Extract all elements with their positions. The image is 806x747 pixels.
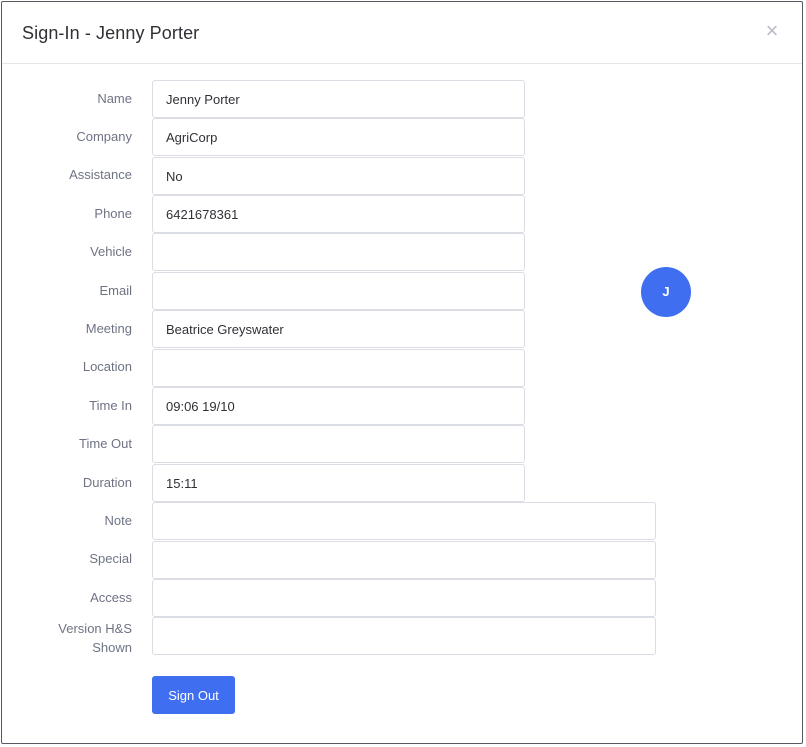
location-field[interactable] xyxy=(152,349,525,387)
access-label: Access xyxy=(90,590,132,605)
special-label: Special xyxy=(89,551,132,566)
assistance-field[interactable] xyxy=(152,157,525,195)
time-out-label: Time Out xyxy=(79,436,132,451)
modal-title: Sign-In - Jenny Porter xyxy=(22,23,200,43)
note-field[interactable] xyxy=(152,502,656,540)
note-label: Note xyxy=(104,513,132,528)
time-in-label: Time In xyxy=(89,398,132,413)
email-field[interactable] xyxy=(152,272,525,310)
company-label: Company xyxy=(76,129,132,144)
duration-field[interactable] xyxy=(152,464,525,502)
version-hs-label-line1: Version H&S xyxy=(58,621,132,636)
version-hs-label-line2: Shown xyxy=(92,640,132,655)
meeting-field[interactable] xyxy=(152,310,525,348)
vehicle-label: Vehicle xyxy=(90,244,132,259)
version-hs-label: Version H&S Shown xyxy=(2,619,132,657)
time-in-field[interactable] xyxy=(152,387,525,425)
company-field[interactable] xyxy=(152,118,525,156)
sign-in-modal: Sign-In - Jenny Porter × Name Company As… xyxy=(1,1,803,744)
assistance-label: Assistance xyxy=(69,167,132,182)
close-icon[interactable]: × xyxy=(762,20,782,42)
phone-label: Phone xyxy=(94,206,132,221)
sign-out-button[interactable]: Sign Out xyxy=(152,676,235,714)
version-hs-field[interactable] xyxy=(152,617,656,655)
meeting-label: Meeting xyxy=(85,321,132,336)
duration-label: Duration xyxy=(82,475,132,490)
location-label: Location xyxy=(82,359,132,374)
name-label: Name xyxy=(97,91,132,106)
phone-field[interactable] xyxy=(152,195,525,233)
avatar: J xyxy=(641,267,691,317)
access-field[interactable] xyxy=(152,579,656,617)
name-field[interactable] xyxy=(152,80,525,118)
vehicle-field[interactable] xyxy=(152,233,525,271)
special-field[interactable] xyxy=(152,541,656,579)
modal-header: Sign-In - Jenny Porter × xyxy=(2,2,802,64)
email-label: Email xyxy=(99,283,132,298)
time-out-field[interactable] xyxy=(152,425,525,463)
